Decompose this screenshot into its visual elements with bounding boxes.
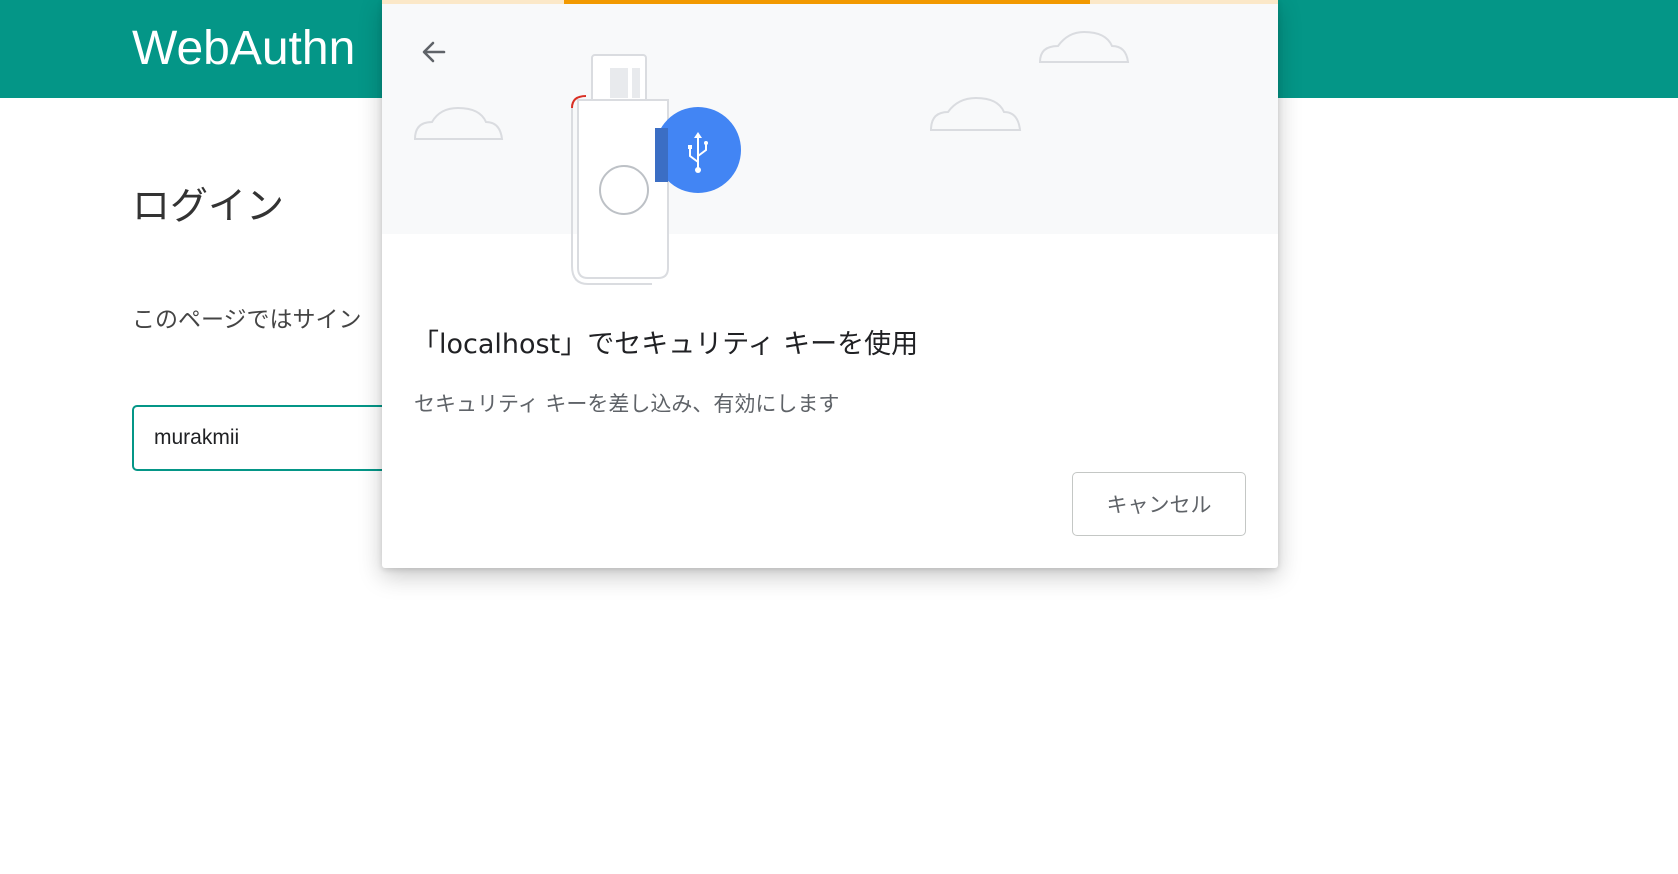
page-heading: ログイン: [132, 184, 285, 228]
app-title: WebAuthn: [132, 22, 356, 75]
security-key-dialog: 「localhost」でセキュリティ キーを使用 セキュリティ キーを差し込み、…: [382, 0, 1278, 568]
illustration-graphic: [413, 30, 1130, 285]
dialog-description: セキュリティ キーを差し込み、有効にします: [414, 392, 840, 416]
security-key-icon: [571, 54, 669, 285]
usb-badge: [655, 107, 741, 193]
cloud-icon: [929, 96, 1022, 131]
back-button[interactable]: [412, 30, 456, 74]
cloud-icon: [1038, 30, 1130, 63]
cloud-icon: [413, 106, 504, 140]
arrow-left-icon: [422, 41, 446, 63]
cancel-button[interactable]: キャンセル: [1072, 472, 1246, 536]
dialog-title: 「localhost」でセキュリティ キーを使用: [412, 329, 919, 360]
illustration: [382, 4, 1278, 285]
page-description: このページではサイン: [132, 307, 362, 333]
